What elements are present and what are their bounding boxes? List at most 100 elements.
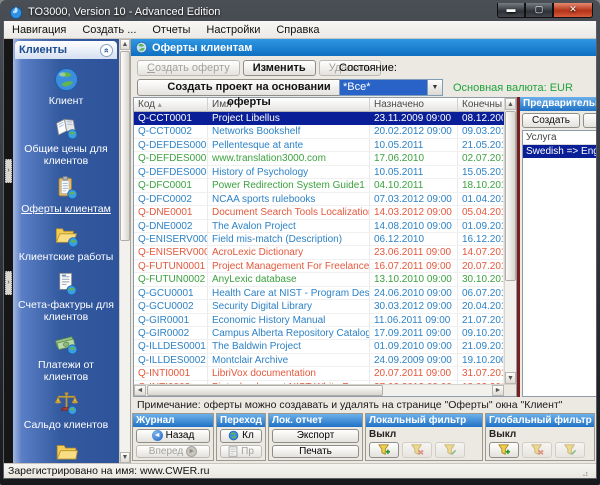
preview-create-button[interactable]: Создать xyxy=(522,113,581,128)
scroll-down-icon[interactable]: ▼ xyxy=(120,452,130,463)
balance-scales-icon xyxy=(54,392,78,415)
menu-create[interactable]: Создать ... xyxy=(74,22,144,38)
sidebar-item-client-jobs[interactable]: Клиентские работы xyxy=(15,222,117,263)
sidebar-item-client-invoices[interactable]: Счета-фактуры для клиентов xyxy=(15,270,117,323)
table-row[interactable]: Q-DNE0002 The Avalon Project 14.08.2010 09… xyxy=(134,219,504,233)
table-cell-name: Document Search Tools Localization xyxy=(208,206,370,220)
sidebar-scrollbar[interactable]: ▲ ▼ xyxy=(119,39,130,463)
sidebar-item-client-quotes[interactable]: Оферты клиентам xyxy=(15,174,117,215)
table-row[interactable]: Q-FUTUN0002 AnyLexic database 13.10.2010 0… xyxy=(134,273,504,287)
table-cell-deadline: 01.09.2010 xyxy=(458,219,504,233)
table-cell-assigned: 23.11.2009 09:00 xyxy=(370,112,458,126)
table-cell-deadline: 09.03.2012 xyxy=(458,125,504,139)
sidebar-title: Клиенты xyxy=(19,44,68,56)
edit-button[interactable]: Изменить xyxy=(242,60,316,76)
table-cell-assigned: 23.06.2011 09:00 xyxy=(370,246,458,260)
table-cell-assigned: 14.08.2010 09:00 xyxy=(370,219,458,233)
scrollbar-thumb[interactable] xyxy=(505,111,516,281)
table-row[interactable]: Q-DFC0002 NCAA sports rulebooks 07.03.2012… xyxy=(134,192,504,207)
jump-section: Переход Кл Пр xyxy=(216,413,266,461)
jump-to-client-button[interactable]: Кл xyxy=(220,429,262,443)
filter-add-button[interactable] xyxy=(369,442,399,458)
table-row[interactable]: Q-FUTUN0001 Project Management For Freela… xyxy=(134,259,504,274)
sidebar-item-client-payments[interactable]: Платежи от клиентов xyxy=(15,330,117,383)
menu-navigation[interactable]: Навигация xyxy=(4,22,74,38)
table-row[interactable]: Q-DNE0001 Document Search Tools Localizat… xyxy=(134,206,504,220)
table-vertical-scrollbar[interactable]: ▲ ▼ xyxy=(504,98,516,384)
expand-panel-button[interactable]: › xyxy=(5,271,12,295)
export-button[interactable]: Экспорт xyxy=(272,429,359,443)
table-cell-code: Q-DEFDES0002 xyxy=(134,152,208,166)
title-bar[interactable]: TO3000, Version 10 - Advanced Edition ▬ … xyxy=(3,0,597,21)
table-cell-code: Q-DFC0002 xyxy=(134,192,208,207)
preview-clipped-button[interactable] xyxy=(583,113,596,128)
table-cell-name: AnyLexic database xyxy=(208,273,370,287)
maximize-button[interactable]: ▢ xyxy=(525,3,553,18)
table-row[interactable]: Q-CCT0002 Networks Bookshelf 20.02.2012 09… xyxy=(134,125,504,139)
service-column-header[interactable]: Услуга xyxy=(523,131,596,145)
table-row[interactable]: Q-ILLDES0002 Montclair Archive 24.09.2009 … xyxy=(134,353,504,368)
table-cell-deadline: 20.07.2011 xyxy=(458,259,504,274)
forward-button[interactable]: Вперед ► xyxy=(136,444,210,458)
table-cell-deadline: 21.05.2011 xyxy=(458,138,504,153)
table-row[interactable]: Q-GIR0002 Campus Alberta Repository Catal… xyxy=(134,327,504,341)
back-button[interactable]: ◄ Назад xyxy=(136,429,210,443)
table-row[interactable]: Q-ENISERV0002 AcroLexic Dictionary 23.06.2… xyxy=(134,246,504,260)
table-horizontal-scrollbar[interactable]: ◄ ► xyxy=(134,384,516,396)
sidebar-item-client-folders[interactable]: Папки клиентов xyxy=(15,438,117,463)
sidebar-item-general-prices[interactable]: Общие цены для клиентов xyxy=(15,114,117,167)
filter-edit-button[interactable] xyxy=(555,442,585,458)
table-row[interactable]: Q-DEFDES0001 Pellentesque at ante 10.05.20… xyxy=(134,138,504,153)
menu-reports[interactable]: Отчеты xyxy=(144,22,198,38)
price-book-icon xyxy=(55,118,77,140)
close-button[interactable]: ✕ xyxy=(553,3,593,18)
window-title: TO3000, Version 10 - Advanced Edition xyxy=(28,5,221,18)
table-row[interactable]: Q-GIR0001 Economic History Manual 11.06.20… xyxy=(134,313,504,327)
print-button[interactable]: Печать xyxy=(272,444,359,458)
scrollbar-thumb[interactable] xyxy=(147,385,383,396)
toolbar: Создать оферту Изменить Удалить Создать … xyxy=(131,56,596,108)
table-row[interactable]: Q-ENISERV0001 Field mis-match (Descriptio… xyxy=(134,232,504,247)
filter-edit-button[interactable] xyxy=(435,442,465,458)
collapse-chevron-icon[interactable]: « xyxy=(100,43,113,57)
expand-panel-button[interactable]: › xyxy=(5,159,12,183)
table-row[interactable]: Q-DFC0001 Power Redirection System Guide1… xyxy=(134,179,504,193)
table-row[interactable]: Q-DEFDES0002 www.translation3000.com 17.06… xyxy=(134,152,504,166)
scroll-left-icon[interactable]: ◄ xyxy=(134,385,146,396)
table-cell-deadline: 14.07.2011 xyxy=(458,246,504,260)
table-row[interactable]: Q-CCT0001 Project Libellus 23.11.2009 09:0… xyxy=(134,112,504,126)
sidebar-item-client-balance[interactable]: Сальдо клиентов xyxy=(15,390,117,431)
funnel-remove-icon xyxy=(411,444,424,455)
table-cell-assigned: 11.06.2011 09:00 xyxy=(370,313,458,327)
base-currency-label: Основная валюта: EUR xyxy=(453,82,573,94)
scroll-down-icon[interactable]: ▼ xyxy=(505,372,516,384)
table-row[interactable]: Q-ILLDES0001 The Baldwin Project 01.09.201… xyxy=(134,340,504,354)
create-project-from-quote-button[interactable]: Создать проект на основании оферты xyxy=(137,79,361,108)
table-row[interactable]: Q-GCU0002 Security Digital Library 30.03.2… xyxy=(134,300,504,314)
folders-icon xyxy=(56,445,78,460)
scrollbar-thumb[interactable] xyxy=(120,51,130,241)
state-dropdown[interactable]: *Все* ▼ xyxy=(339,79,443,96)
chevron-down-icon[interactable]: ▼ xyxy=(427,80,442,95)
minimize-button[interactable]: ▬ xyxy=(497,3,525,18)
scroll-right-icon[interactable]: ► xyxy=(492,385,504,396)
filter-remove-button[interactable] xyxy=(522,442,552,458)
table-cell-assigned: 06.12.2010 xyxy=(370,232,458,247)
document-icon xyxy=(228,446,238,457)
table-row[interactable]: Q-GCU0001 Health Care at NIST - Program D… xyxy=(134,286,504,301)
jump-to-project-button[interactable]: Пр xyxy=(220,444,262,458)
filter-add-button[interactable] xyxy=(489,442,519,458)
service-row-selected[interactable]: Swedish => English xyxy=(523,145,596,158)
table-row[interactable]: Q-INTI0001 LibriVox documentation 20.07.20… xyxy=(134,367,504,381)
table-cell-name: Health Care at NIST - Program Descriptio… xyxy=(208,286,370,301)
create-quote-button[interactable]: Создать оферту xyxy=(137,60,240,76)
sidebar-header: Клиенты « xyxy=(15,41,117,59)
filter-remove-button[interactable] xyxy=(402,442,432,458)
sidebar-item-client[interactable]: Клиент xyxy=(15,66,117,107)
resize-grip[interactable]: ⣠ xyxy=(582,465,592,477)
table-row[interactable]: Q-DEFDES0003 History of Psychology 10.05.2… xyxy=(134,165,504,180)
table-cell-deadline: 02.07.2010 xyxy=(458,152,504,166)
menu-help[interactable]: Справка xyxy=(268,22,327,38)
scroll-up-icon[interactable]: ▲ xyxy=(120,39,130,50)
menu-settings[interactable]: Настройки xyxy=(198,22,268,38)
